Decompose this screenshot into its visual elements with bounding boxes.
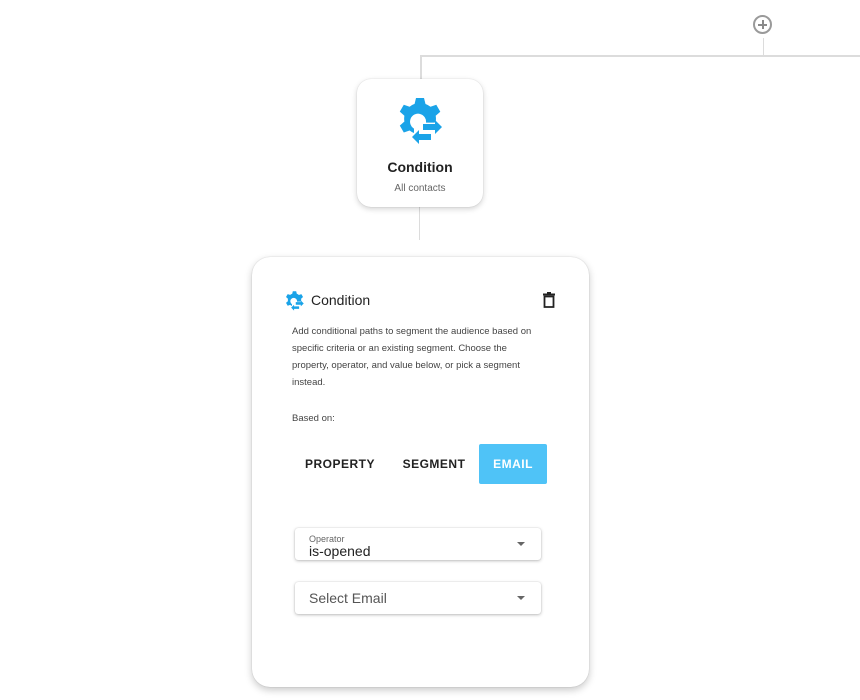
gear-swap-icon [286,291,304,311]
tab-property[interactable]: PROPERTY [300,444,380,484]
node-title: Condition [387,159,453,175]
workflow-canvas: Condition All contacts Condition Add con… [0,0,860,700]
trash-icon[interactable] [542,292,556,308]
condition-node[interactable]: Condition All contacts [357,79,483,207]
connector-line [420,55,422,79]
add-step-icon[interactable] [753,15,772,34]
email-select-placeholder: Select Email [309,590,387,606]
operator-select[interactable]: Operator is-opened [295,528,541,560]
email-select[interactable]: Select Email [295,582,541,614]
connector-line [419,207,420,240]
gear-swap-icon [399,98,442,144]
based-on-label: Based on: [292,413,335,424]
panel-title: Condition [311,292,371,308]
tab-email[interactable]: EMAIL [479,444,547,484]
tab-segment[interactable]: SEGMENT [396,444,472,484]
panel-description: Add conditional paths to segment the aud… [292,326,532,388]
connector-line [763,38,764,55]
node-subtitle: All contacts [394,183,446,194]
condition-panel: Condition Add conditional paths to segme… [252,257,589,687]
chevron-down-icon [517,542,525,546]
operator-value: is-opened [309,543,371,559]
chevron-down-icon [517,596,525,600]
connector-line [420,55,860,57]
